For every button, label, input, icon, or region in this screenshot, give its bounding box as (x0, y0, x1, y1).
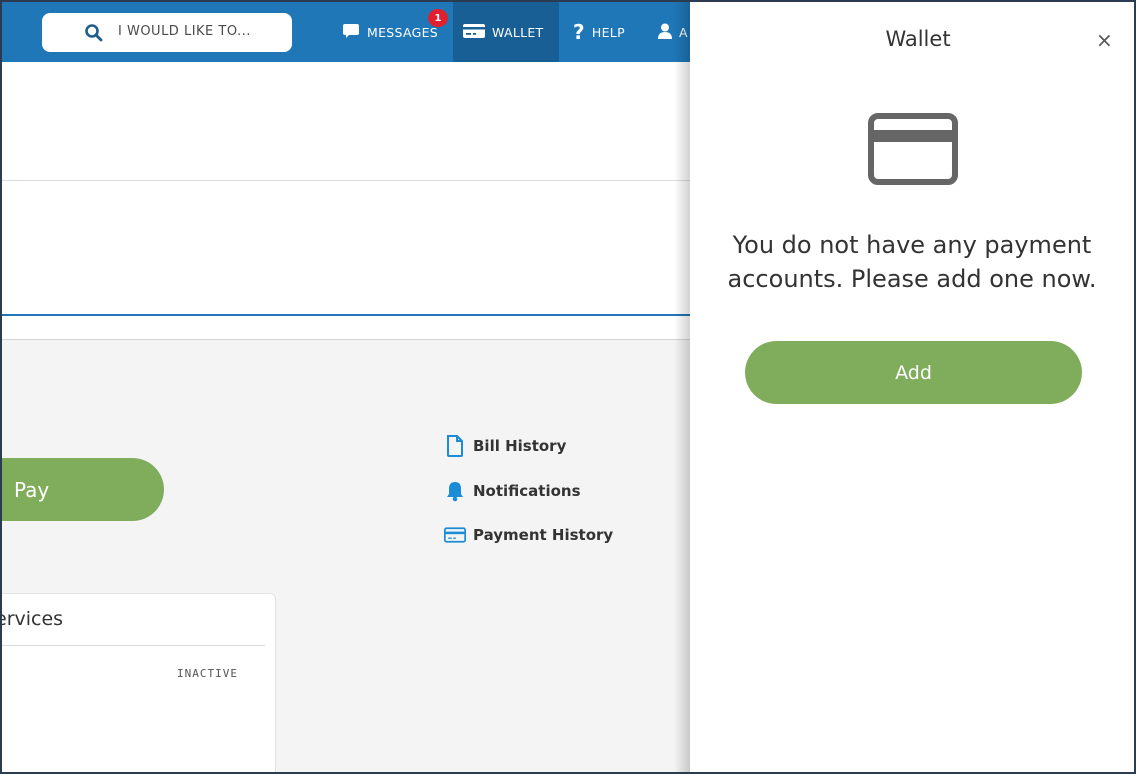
nav-messages-label: MESSAGES (367, 24, 439, 40)
services-title: ervices (0, 608, 64, 630)
section-divider (2, 180, 702, 181)
credit-card-icon (463, 23, 485, 42)
nav-help-label: HELP (591, 24, 625, 40)
search-box[interactable]: I WOULD LIKE TO... (42, 13, 292, 52)
services-card: ervices INACTIVE (0, 593, 276, 772)
add-payment-account-button[interactable]: Add (745, 341, 1082, 404)
notifications-label: Notifications (473, 482, 581, 500)
chat-bubble-icon (342, 23, 360, 42)
credit-card-icon (868, 113, 958, 189)
notifications-link[interactable]: Notifications (444, 480, 581, 502)
payment-history-link[interactable]: Payment History (444, 524, 613, 546)
bill-history-label: Bill History (473, 437, 567, 455)
question-mark-icon: ? (573, 20, 585, 44)
add-button-label: Add (895, 361, 932, 384)
nav-wallet-label: WALLET (492, 24, 544, 40)
bell-icon (444, 480, 466, 502)
close-icon[interactable]: × (1096, 28, 1113, 52)
wallet-title: Wallet (885, 27, 951, 51)
card-divider (2, 645, 265, 646)
messages-count-badge: 1 (428, 9, 448, 27)
tab-underline (2, 314, 702, 316)
pay-button[interactable]: Pay (2, 458, 164, 521)
nav-help[interactable]: ? HELP (573, 2, 625, 62)
search-label: I WOULD LIKE TO... (118, 24, 251, 39)
status-badge: INACTIVE (177, 667, 238, 680)
wallet-panel: Wallet × You do not have any payment acc… (690, 2, 1134, 772)
nav-wallet[interactable]: WALLET (453, 2, 559, 62)
payment-history-label: Payment History (473, 526, 614, 544)
nav-messages[interactable]: MESSAGES (342, 2, 438, 62)
bill-history-link[interactable]: Bill History (444, 435, 566, 457)
app-window: I WOULD LIKE TO... MESSAGES 1 WALLET ? H… (0, 0, 1136, 774)
credit-card-icon (444, 524, 466, 546)
search-icon (84, 23, 104, 43)
user-icon (658, 23, 672, 42)
empty-wallet-message: You do not have any payment accounts. Pl… (727, 231, 1097, 293)
pay-button-label: Pay (14, 477, 50, 502)
document-icon (444, 435, 466, 457)
